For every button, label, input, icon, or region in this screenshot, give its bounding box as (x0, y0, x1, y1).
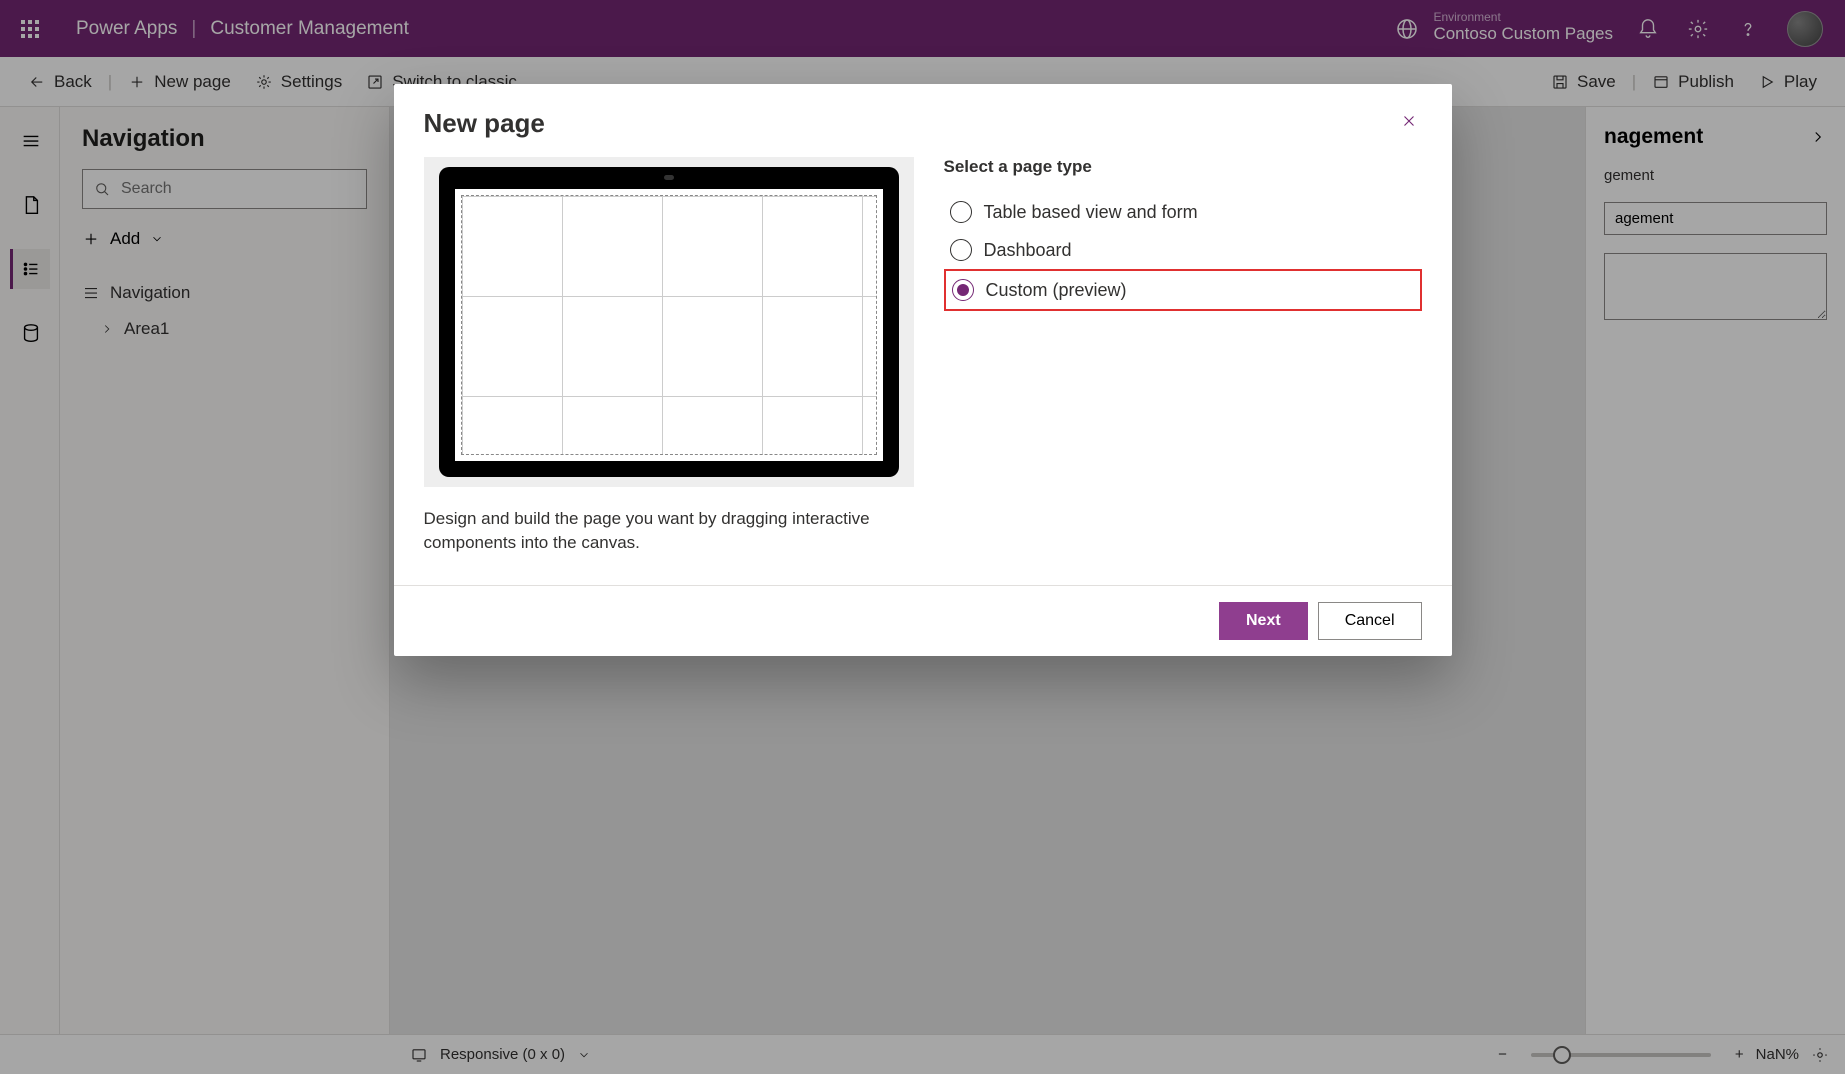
close-icon (1400, 112, 1418, 130)
page-type-options: Table based view and form Dashboard Custom… (944, 193, 1422, 311)
options-heading: Select a page type (944, 157, 1422, 177)
page-preview (424, 157, 914, 487)
modal-overlay: New page Design and build the page you w… (0, 0, 1845, 1074)
cancel-button[interactable]: Cancel (1318, 602, 1422, 640)
radio-icon (950, 201, 972, 223)
page-type-option[interactable]: Custom (preview) (944, 269, 1422, 311)
option-label: Table based view and form (984, 202, 1198, 223)
tablet-mockup (439, 167, 899, 477)
option-label: Custom (preview) (986, 280, 1127, 301)
new-page-dialog: New page Design and build the page you w… (394, 84, 1452, 656)
radio-icon (950, 239, 972, 261)
dialog-title: New page (424, 108, 545, 139)
close-button[interactable] (1396, 108, 1422, 139)
preview-description: Design and build the page you want by dr… (424, 507, 914, 555)
radio-icon (952, 279, 974, 301)
next-button[interactable]: Next (1219, 602, 1308, 640)
page-type-option[interactable]: Table based view and form (944, 193, 1422, 231)
option-label: Dashboard (984, 240, 1072, 261)
page-type-option[interactable]: Dashboard (944, 231, 1422, 269)
